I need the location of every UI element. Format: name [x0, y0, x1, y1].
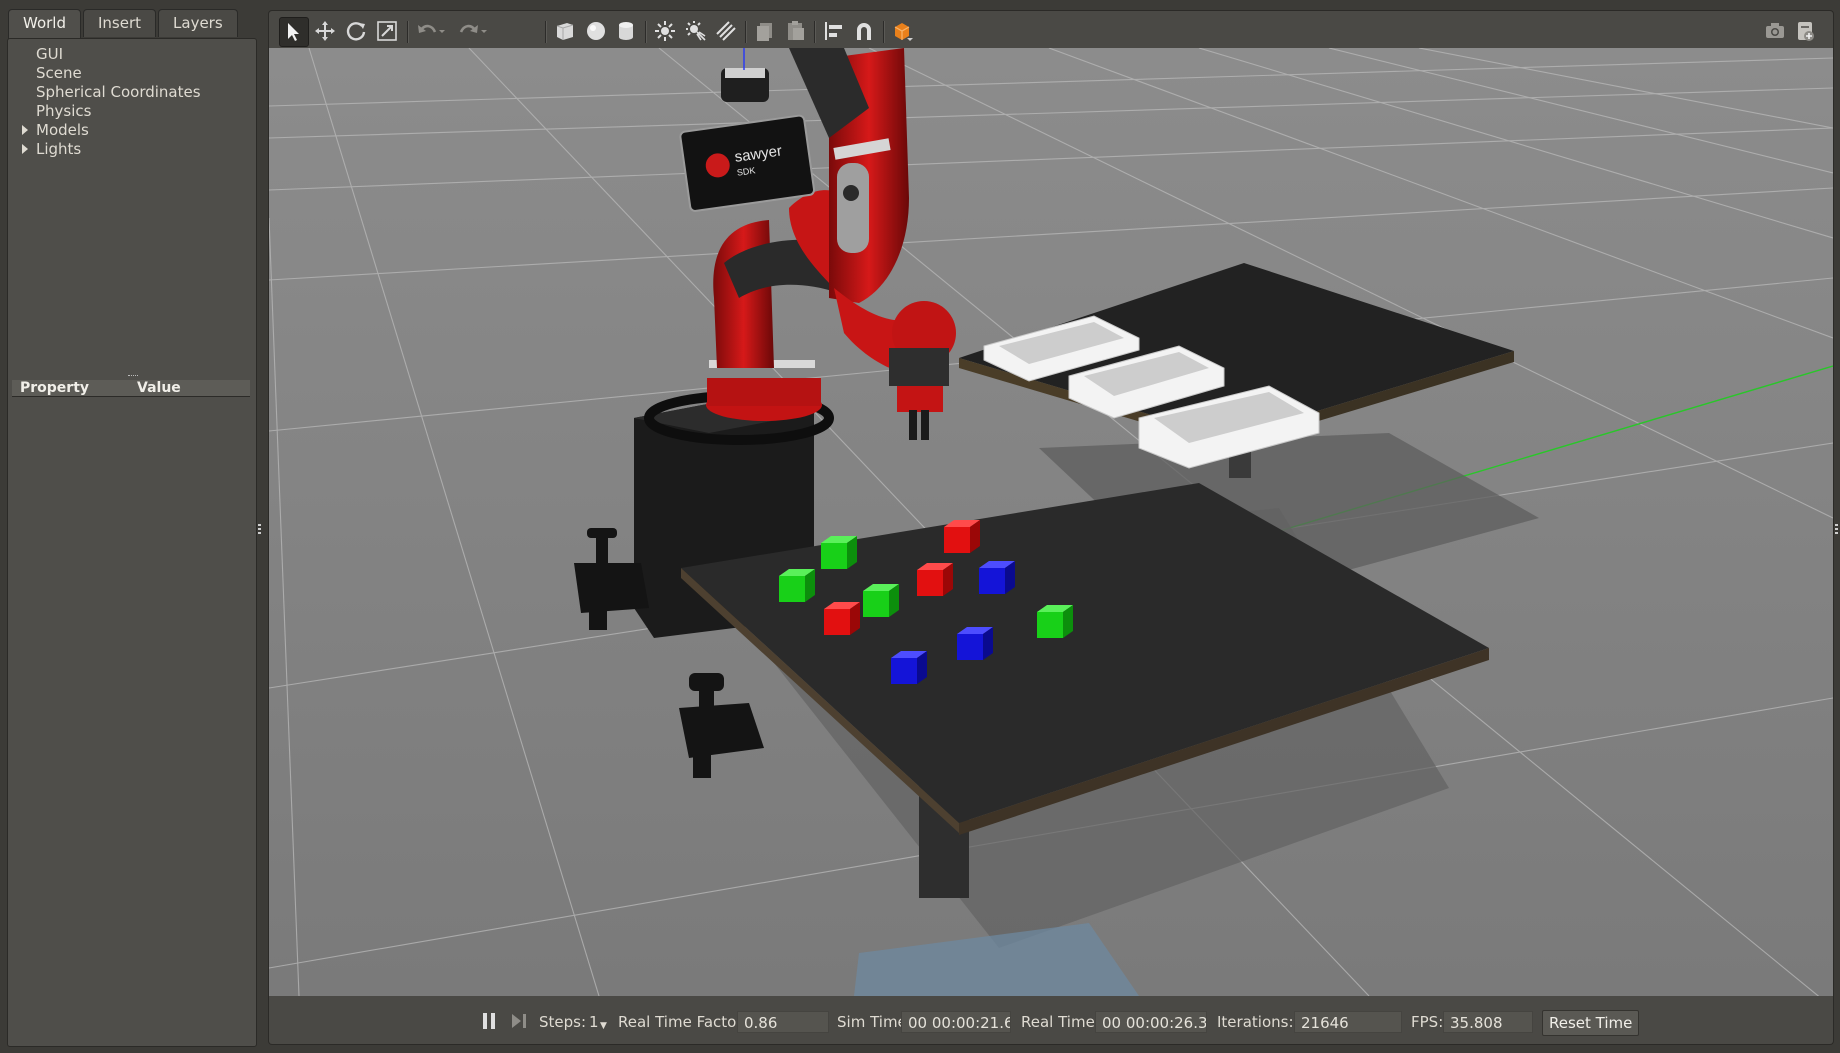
tree-item-gui[interactable]: GUI [8, 45, 256, 64]
select-arrow-icon[interactable] [279, 17, 309, 47]
cube-red[interactable] [824, 602, 860, 635]
simulation-status-bar: Steps: 1 ▼ Real Time Factor: 0.86 Sim Ti… [268, 996, 1834, 1045]
steps-value[interactable]: 1 [589, 1012, 599, 1032]
cube-blue[interactable] [957, 627, 993, 660]
scene-render[interactable]: sawyer SDK [269, 48, 1833, 996]
paste-icon[interactable] [781, 17, 809, 45]
tree-item-lights[interactable]: Lights [8, 140, 256, 159]
cube-green[interactable] [863, 584, 899, 617]
cube-red[interactable] [944, 520, 980, 553]
world-tree: GUI Scene Spherical Coordinates Physics … [8, 45, 256, 159]
cube-red[interactable] [917, 563, 953, 596]
tree-item-label: Physics [36, 102, 92, 120]
cube-blue[interactable] [1037, 605, 1073, 638]
undo-dropdown-icon[interactable] [435, 17, 449, 45]
point-light-icon[interactable] [651, 17, 679, 45]
box-shape-icon[interactable] [551, 17, 579, 45]
fps-field: 35.808 [1443, 1011, 1533, 1033]
left-panel-collapse-handle[interactable] [257, 522, 262, 536]
property-table-header: Property Value [12, 380, 250, 397]
cube-green[interactable] [821, 536, 857, 569]
tree-item-label: Lights [36, 140, 82, 158]
3d-viewport[interactable]: sawyer SDK [268, 48, 1834, 996]
tree-item-models[interactable]: Models [8, 121, 256, 140]
steps-dropdown-icon[interactable]: ▼ [600, 1016, 607, 1036]
directional-light-icon[interactable] [712, 17, 740, 45]
tab-layers[interactable]: Layers [158, 9, 238, 37]
cube-green[interactable] [779, 569, 815, 602]
tree-item-spherical-coordinates[interactable]: Spherical Coordinates [8, 83, 256, 102]
real-time-label: Real Time: [1021, 1013, 1100, 1031]
align-icon[interactable] [820, 17, 848, 45]
iterations-field: 21646 [1294, 1011, 1402, 1033]
real-time-field: 00 00:00:26.304 [1095, 1011, 1207, 1033]
translate-icon[interactable] [311, 17, 339, 45]
expand-arrow-icon[interactable] [22, 125, 28, 135]
tree-item-label: Models [36, 121, 89, 139]
log-icon[interactable] [1791, 17, 1819, 45]
splitter-grip[interactable] [128, 375, 138, 379]
redo-dropdown-icon[interactable] [477, 17, 491, 45]
reset-time-button[interactable]: Reset Time [1542, 1010, 1640, 1036]
toolbar [268, 10, 1834, 49]
property-column-header[interactable]: Property [20, 380, 89, 396]
real-time-factor-label: Real Time Factor: [618, 1013, 748, 1031]
expand-arrow-icon[interactable] [22, 144, 28, 154]
value-column-header[interactable]: Value [137, 380, 181, 396]
cylinder-shape-icon[interactable] [612, 17, 640, 45]
copy-icon[interactable] [751, 17, 779, 45]
tree-item-label: Scene [36, 64, 82, 82]
spot-light-icon[interactable] [682, 17, 710, 45]
pause-icon[interactable] [475, 1007, 503, 1035]
tab-insert[interactable]: Insert [83, 9, 157, 37]
tab-world[interactable]: World [8, 9, 81, 40]
left-panel-tabs: World Insert Layers [8, 9, 240, 40]
tree-item-label: Spherical Coordinates [36, 83, 201, 101]
cube-blue[interactable] [979, 561, 1015, 594]
real-time-factor-field: 0.86 [737, 1011, 829, 1033]
tree-item-physics[interactable]: Physics [8, 102, 256, 121]
cube-blue[interactable] [891, 651, 927, 684]
snap-magnet-icon[interactable] [850, 17, 878, 45]
tree-item-scene[interactable]: Scene [8, 64, 256, 83]
view-angle-icon[interactable] [889, 17, 917, 45]
tree-item-label: GUI [36, 45, 64, 63]
screenshot-icon[interactable] [1761, 17, 1789, 45]
scale-icon[interactable] [373, 17, 401, 45]
rotate-icon[interactable] [342, 17, 370, 45]
step-forward-icon[interactable] [505, 1007, 533, 1035]
sim-time-field: 00 00:00:21.646 [901, 1011, 1011, 1033]
iterations-label: Iterations: [1217, 1013, 1294, 1031]
world-panel: GUI Scene Spherical Coordinates Physics … [7, 38, 257, 1047]
sphere-shape-icon[interactable] [582, 17, 610, 45]
steps-label: Steps: [539, 1013, 587, 1031]
right-panel-collapse-handle[interactable] [1834, 522, 1839, 536]
fps-label: FPS: [1411, 1013, 1444, 1031]
